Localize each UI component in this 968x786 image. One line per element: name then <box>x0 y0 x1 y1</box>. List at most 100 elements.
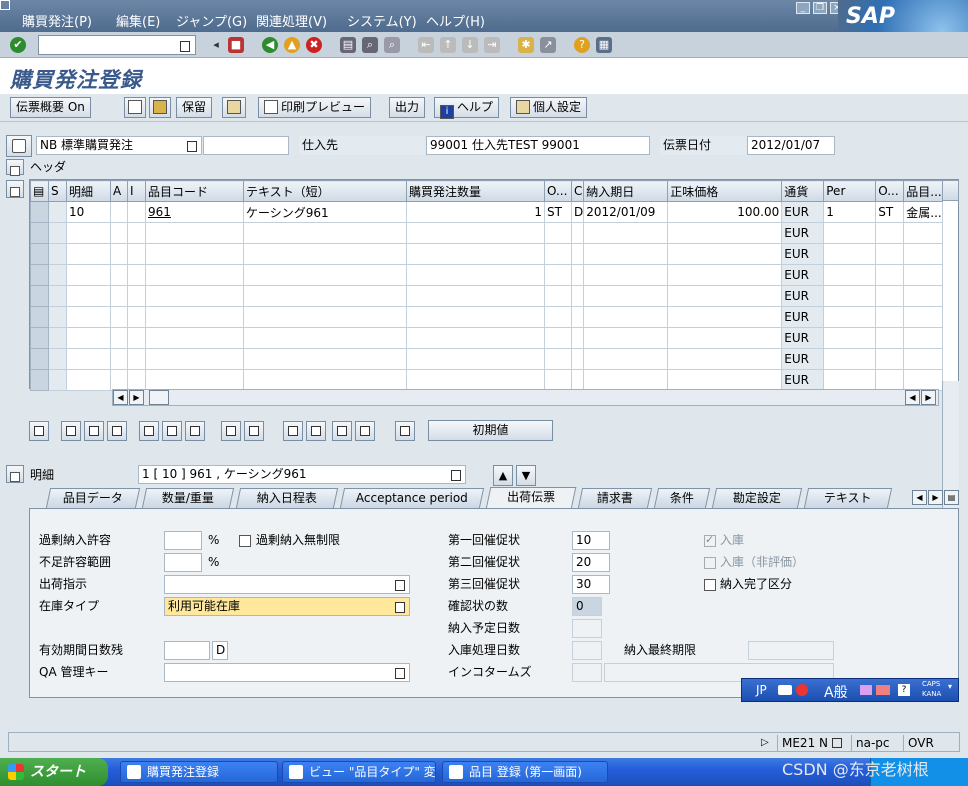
table-cell[interactable] <box>127 306 146 328</box>
table-cell[interactable] <box>48 243 67 265</box>
table-cell[interactable] <box>903 369 943 391</box>
table-cell[interactable]: EUR <box>781 369 825 391</box>
col-header[interactable]: 品目... <box>903 180 943 202</box>
table-cell[interactable] <box>570 264 585 286</box>
table-cell[interactable] <box>583 243 669 265</box>
scroll-right-icon[interactable]: ▶ <box>129 390 144 405</box>
table-cell[interactable] <box>667 306 783 328</box>
previous-item-button[interactable]: ▲ <box>493 465 513 486</box>
tab-invoice[interactable]: 請求書 <box>577 488 653 508</box>
scroll-left-icon[interactable]: ◀ <box>113 390 128 405</box>
table-cell[interactable] <box>667 327 783 349</box>
next-item-button[interactable]: ▼ <box>516 465 536 486</box>
keyboard-icon[interactable] <box>778 685 792 695</box>
table-cell[interactable] <box>243 222 407 244</box>
grid-horizontal-scrollbar[interactable]: ◀ ▶ ◀ ▶ <box>112 389 939 406</box>
reminder1-field[interactable]: 10 <box>572 531 610 550</box>
scroll-thumb[interactable] <box>149 390 169 405</box>
new-session-icon[interactable]: ✱ <box>518 37 534 53</box>
table-cell[interactable] <box>823 243 877 265</box>
table-cell[interactable] <box>406 264 545 286</box>
table-cell[interactable] <box>570 348 585 370</box>
tab-scroll-right-icon[interactable]: ▶ <box>928 490 943 505</box>
table-cell[interactable] <box>823 285 877 307</box>
table-cell[interactable] <box>544 264 572 286</box>
table-cell[interactable] <box>875 327 905 349</box>
print-icon[interactable]: ▤ <box>340 37 356 53</box>
find-icon[interactable]: ⌕ <box>362 37 378 53</box>
table-cell[interactable] <box>583 285 669 307</box>
col-header[interactable]: A <box>110 180 128 202</box>
table-cell[interactable] <box>243 243 407 265</box>
shipping-instr-select[interactable] <box>164 575 410 594</box>
menu-help[interactable]: ヘルプ(H) <box>426 11 485 30</box>
row-selector[interactable] <box>30 243 49 265</box>
doc-type-select[interactable]: NB 標準購買発注 <box>36 136 202 155</box>
table-cell[interactable] <box>110 348 128 370</box>
overdelivery-field[interactable] <box>164 531 202 550</box>
table-cell[interactable] <box>583 264 669 286</box>
table-cell[interactable] <box>145 369 244 391</box>
table-cell[interactable]: 2012/01/09 <box>583 201 669 223</box>
personal-settings-button[interactable]: 個人設定 <box>510 97 588 118</box>
col-header[interactable]: 明細 <box>66 180 111 202</box>
table-cell[interactable] <box>875 264 905 286</box>
table-cell[interactable] <box>48 369 67 391</box>
table-cell[interactable] <box>145 306 244 328</box>
defaults-button[interactable]: 初期値 <box>428 420 553 441</box>
table-cell[interactable] <box>544 222 572 244</box>
table-cell[interactable] <box>570 243 585 265</box>
table-cell[interactable] <box>48 222 67 244</box>
table-cell[interactable] <box>145 243 244 265</box>
menu-system[interactable]: システム(Y) <box>347 11 417 30</box>
add-tool-button[interactable] <box>395 421 415 441</box>
check-button[interactable] <box>222 97 246 118</box>
table-cell[interactable] <box>48 306 67 328</box>
row-selector[interactable] <box>30 327 49 349</box>
table-cell[interactable] <box>406 285 545 307</box>
deselect-tool-button[interactable] <box>107 421 127 441</box>
enter-icon[interactable]: ✔ <box>10 37 26 53</box>
item-overview-toggle[interactable] <box>6 180 24 198</box>
table-cell[interactable] <box>48 201 67 223</box>
table-cell[interactable] <box>110 369 128 391</box>
table-cell[interactable] <box>243 327 407 349</box>
table-cell[interactable] <box>406 306 545 328</box>
unlimited-checkbox[interactable] <box>239 535 251 547</box>
tab-account-assignment[interactable]: 勘定設定 <box>711 488 803 508</box>
table-cell[interactable] <box>406 327 545 349</box>
doc-date-field[interactable]: 2012/01/07 <box>747 136 835 155</box>
help-button[interactable]: i ヘルプ <box>434 97 500 119</box>
table-cell[interactable] <box>66 243 111 265</box>
table-cell[interactable]: 961 <box>145 201 244 223</box>
tab-scroll-left-icon[interactable]: ◀ <box>912 490 927 505</box>
table-cell[interactable] <box>127 201 146 223</box>
table-cell[interactable]: 10 <box>66 201 111 223</box>
table-cell[interactable] <box>110 306 128 328</box>
table-cell[interactable] <box>667 348 783 370</box>
table-cell[interactable] <box>875 306 905 328</box>
delete-tool-button[interactable] <box>139 421 159 441</box>
row-selector[interactable] <box>30 369 49 391</box>
table-cell[interactable] <box>667 264 783 286</box>
column-settings-icon[interactable] <box>942 180 959 201</box>
table-cell[interactable] <box>145 264 244 286</box>
table-cell[interactable]: 1 <box>406 201 545 223</box>
table-cell[interactable] <box>127 222 146 244</box>
table-cell[interactable] <box>667 243 783 265</box>
col-header[interactable]: I <box>127 180 146 202</box>
table-cell[interactable] <box>406 243 545 265</box>
column-tool-button[interactable] <box>244 421 264 441</box>
table-cell[interactable] <box>875 243 905 265</box>
table-cell[interactable] <box>127 243 146 265</box>
table-cell[interactable] <box>903 285 943 307</box>
table-cell[interactable] <box>903 306 943 328</box>
row-selector[interactable] <box>30 306 49 328</box>
cancel-icon[interactable]: ✖ <box>306 37 322 53</box>
ime-lang[interactable]: JP <box>756 683 767 697</box>
table-cell[interactable] <box>903 327 943 349</box>
table-cell[interactable]: D <box>570 201 585 223</box>
table-cell[interactable] <box>583 369 669 391</box>
table-cell[interactable]: ST <box>544 201 572 223</box>
reminder3-field[interactable]: 30 <box>572 575 610 594</box>
